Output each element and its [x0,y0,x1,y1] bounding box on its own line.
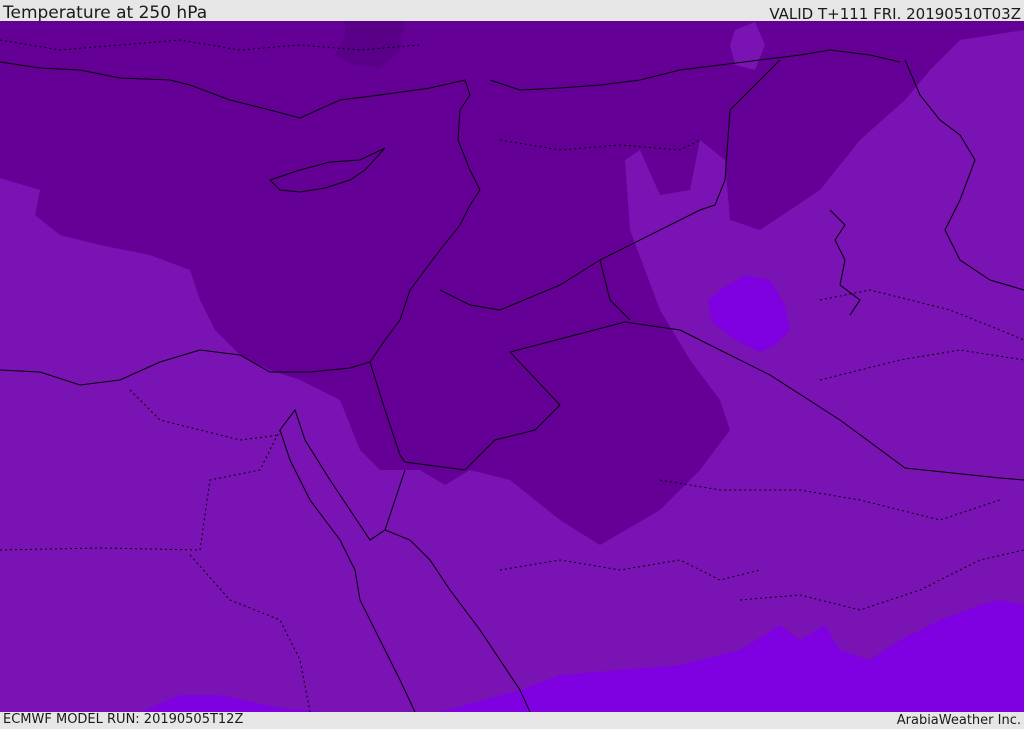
model-run-label: ECMWF MODEL RUN: 20190505T12Z [3,712,244,727]
map-canvas [0,21,1024,712]
map-title: Temperature at 250 hPa [3,3,208,23]
credit-label: ArabiaWeather Inc. [896,713,1021,728]
header-bar: Temperature at 250 hPa VALID T+111 FRI. … [0,0,1024,23]
footer-bar: ECMWF MODEL RUN: 20190505T12Z ArabiaWeat… [0,712,1024,729]
temperature-map [0,21,1024,712]
